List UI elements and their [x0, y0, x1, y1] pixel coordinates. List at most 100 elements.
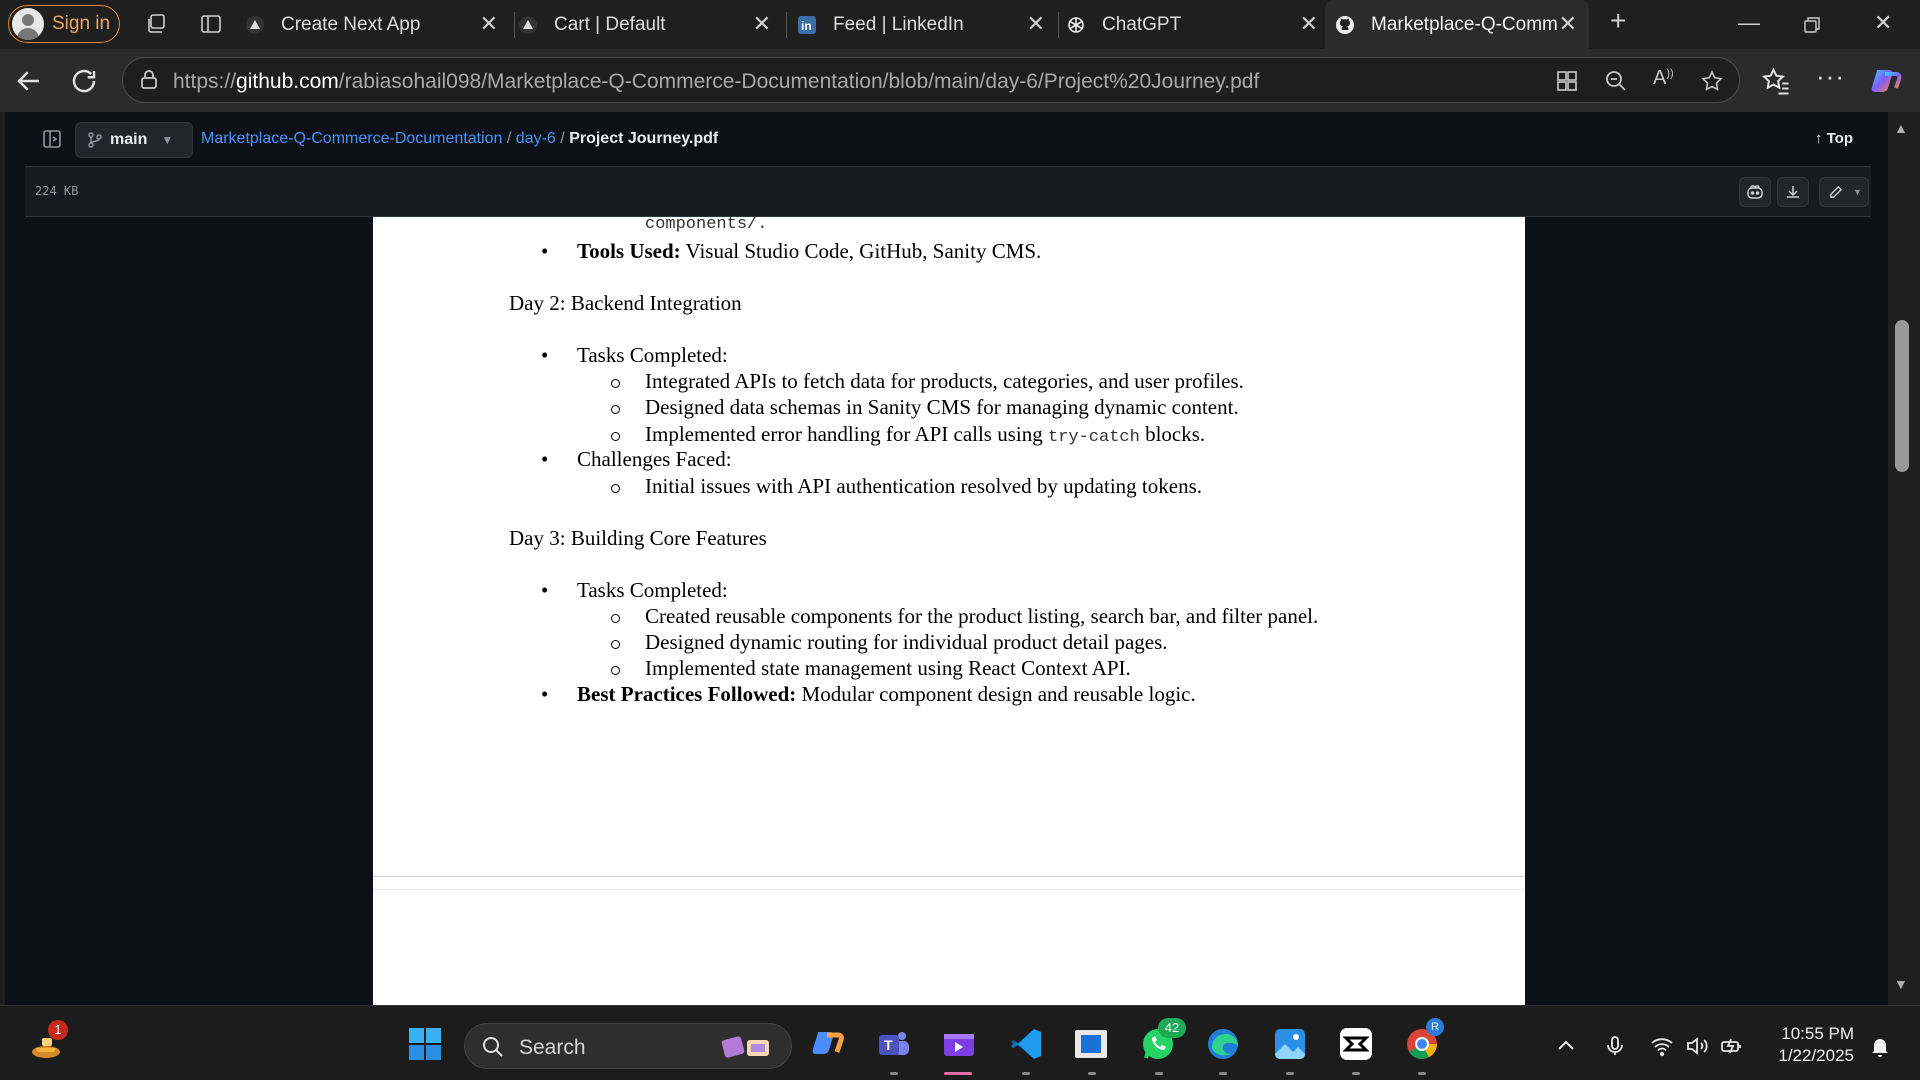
favorites-icon[interactable]	[1761, 66, 1791, 96]
sign-in-button[interactable]: Sign in	[8, 5, 120, 43]
tab-label: Cart | Default	[554, 13, 666, 35]
volume-icon[interactable]	[1685, 1034, 1709, 1058]
sub-bullet-circle	[611, 666, 620, 675]
more-options-icon[interactable]: ···	[1816, 61, 1846, 91]
expand-file-tree-icon[interactable]	[41, 128, 63, 150]
minimize-icon[interactable]: —	[1738, 10, 1760, 36]
notification-bell-icon[interactable]	[1868, 1034, 1892, 1058]
close-tab-icon[interactable]: ✕	[480, 13, 498, 35]
item-text: Visual Studio Code, GitHub, Sanity CMS.	[680, 239, 1042, 263]
close-tab-icon[interactable]: ✕	[1027, 13, 1045, 35]
list-item: Initial issues with API authentication r…	[645, 474, 1203, 498]
vertical-tabs-icon[interactable]	[199, 12, 223, 36]
edge-browser-icon[interactable]	[1205, 1026, 1241, 1062]
top-label: Top	[1826, 130, 1853, 147]
microphone-icon[interactable]	[1603, 1034, 1627, 1058]
copilot-icon	[1747, 185, 1763, 199]
running-indicator	[1352, 1072, 1360, 1075]
copilot-icon[interactable]	[1869, 64, 1903, 98]
back-arrow-icon[interactable]	[14, 66, 44, 96]
scroll-down-arrow-icon[interactable]: ▼	[1894, 976, 1908, 992]
running-indicator	[1022, 1072, 1030, 1075]
read-aloud-icon[interactable]: A))	[1653, 67, 1677, 91]
url-host: github.com	[236, 70, 339, 93]
tab-label: Create Next App	[281, 13, 421, 35]
tab-create-next-app[interactable]: Create Next App ✕	[245, 0, 510, 49]
close-tab-icon[interactable]: ✕	[1559, 13, 1577, 35]
running-indicator	[1219, 1072, 1227, 1075]
restore-window-icon[interactable]	[1803, 16, 1821, 34]
tab-cart-default[interactable]: Cart | Default ✕	[518, 0, 783, 49]
search-label: Search	[519, 1036, 586, 1059]
pdf-page: components/. • Tools Used: Visual Studio…	[373, 215, 1525, 1005]
capcut-icon[interactable]	[1338, 1026, 1374, 1062]
copilot-chat-button[interactable]	[1739, 177, 1771, 207]
branch-name: main	[110, 131, 148, 148]
sub-bullet-circle	[611, 640, 620, 649]
breadcrumb-folder-link[interactable]: day-6	[516, 130, 556, 147]
address-bar[interactable]: https://github.com/rabiasohail098/Market…	[122, 57, 1740, 103]
breadcrumb-separator: /	[506, 130, 512, 147]
lock-icon[interactable]	[137, 68, 161, 92]
edit-file-button[interactable]: ▼	[1819, 177, 1869, 207]
chevron-down-icon[interactable]: ▼	[1853, 187, 1862, 197]
teams-icon[interactable]: T	[876, 1026, 912, 1062]
tab-github-marketplace[interactable]: Marketplace-Q-Comm ✕	[1325, 0, 1589, 49]
back-to-top-button[interactable]: ↑ Top	[1815, 130, 1853, 147]
close-window-icon[interactable]: ✕	[1874, 10, 1892, 36]
tab-label: Feed | LinkedIn	[833, 13, 964, 35]
app-available-icon[interactable]	[1555, 69, 1579, 93]
browser-toolbar: https://github.com/rabiasohail098/Market…	[0, 49, 1920, 112]
item-text: Modular component design and reusable lo…	[796, 682, 1196, 706]
download-raw-button[interactable]	[1777, 177, 1809, 207]
microsoft-store-icon[interactable]	[1073, 1026, 1109, 1062]
list-item: Designed dynamic routing for individual …	[645, 630, 1168, 654]
sub-bullet-circle	[611, 614, 620, 623]
item-label: Tools Used:	[577, 239, 681, 263]
copilot-app-icon[interactable]	[810, 1026, 846, 1062]
bullet-dot: •	[541, 447, 549, 471]
scrollbar-thumb[interactable]	[1895, 320, 1909, 472]
svg-text:T: T	[884, 1037, 893, 1053]
best-practices-item: Best Practices Followed: Modular compone…	[577, 682, 1196, 707]
system-clock[interactable]: 10:55 PM 1/22/2025	[1770, 1023, 1854, 1067]
running-indicator	[1088, 1072, 1096, 1075]
scrollbar-track[interactable]	[1888, 112, 1920, 1005]
workspaces-icon[interactable]	[145, 12, 169, 36]
windows-start-icon[interactable]	[407, 1026, 443, 1062]
tab-divider	[514, 12, 515, 38]
refresh-icon[interactable]	[69, 66, 99, 96]
scroll-up-arrow-icon[interactable]: ▲	[1894, 120, 1908, 136]
close-tab-icon[interactable]: ✕	[1300, 13, 1318, 35]
sub-bullet-circle	[611, 484, 620, 493]
bullet-dot: •	[541, 239, 549, 263]
clipchamp-icon[interactable]	[941, 1026, 977, 1062]
tasks-completed-label: Tasks Completed:	[577, 343, 728, 367]
close-tab-icon[interactable]: ✕	[753, 13, 771, 35]
battery-charging-icon[interactable]	[1720, 1034, 1744, 1058]
taskbar-search-input[interactable]: Search	[464, 1023, 792, 1069]
branch-selector-button[interactable]: main ▼	[75, 122, 193, 158]
breadcrumb-separator: /	[560, 130, 565, 147]
chevron-down-icon: ▼	[161, 133, 174, 147]
url-text: https://github.com/rabiasohail098/Market…	[173, 70, 1259, 94]
tasks-completed-label: Tasks Completed:	[577, 578, 728, 602]
arrow-up-icon: ↑	[1814, 130, 1823, 147]
new-tab-icon[interactable]: +	[1610, 5, 1626, 37]
chevron-up-icon[interactable]	[1554, 1034, 1578, 1058]
day3-heading: Day 3: Building Core Features	[509, 526, 767, 550]
download-icon	[1787, 186, 1799, 198]
bullet-dot: •	[541, 682, 549, 706]
bullet-dot: •	[541, 343, 549, 367]
breadcrumb-repo-link[interactable]: Marketplace-Q-Commerce-Documentation	[201, 130, 502, 147]
vscode-icon[interactable]	[1008, 1026, 1044, 1062]
zoom-out-icon[interactable]	[1604, 69, 1628, 93]
browser-tab-strip: Sign in Create Next App ✕ Cart | Default…	[0, 0, 1920, 49]
wifi-icon[interactable]	[1650, 1034, 1674, 1058]
tab-linkedin-feed[interactable]: in Feed | LinkedIn ✕	[797, 0, 1057, 49]
vercel-triangle-icon	[518, 15, 538, 35]
svg-text:in: in	[801, 19, 812, 33]
photos-icon[interactable]	[1272, 1026, 1308, 1062]
favorite-star-icon[interactable]	[1700, 69, 1724, 93]
tab-chatgpt[interactable]: ChatGPT ✕	[1066, 0, 1330, 49]
